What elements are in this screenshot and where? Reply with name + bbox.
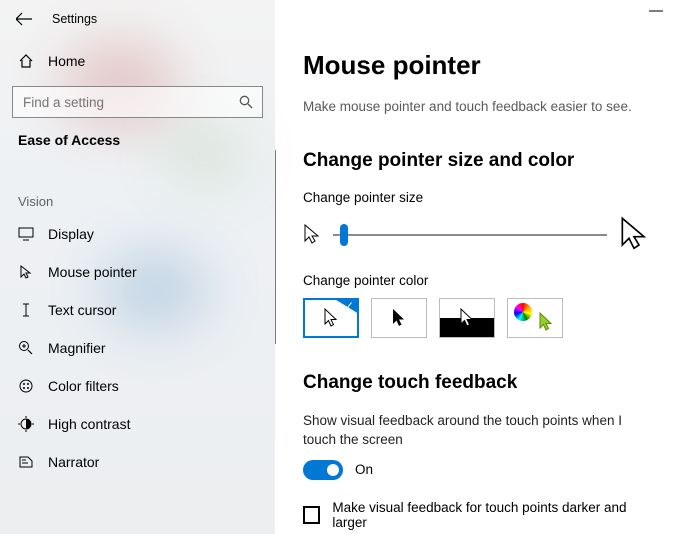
pointer-color-black[interactable] — [371, 298, 427, 338]
mouse-pointer-icon — [18, 264, 34, 280]
pointer-color-label: Change pointer color — [303, 273, 649, 288]
sidebar-item-magnifier[interactable]: Magnifier — [0, 329, 275, 367]
sidebar-item-label: Text cursor — [48, 302, 116, 318]
text-cursor-icon — [18, 302, 34, 318]
cursor-small-icon — [303, 223, 321, 247]
touch-feedback-desc: Show visual feedback around the touch po… — [303, 412, 643, 450]
back-button[interactable] — [16, 12, 32, 26]
sidebar-item-high-contrast[interactable]: High contrast — [0, 405, 275, 443]
narrator-icon — [18, 454, 34, 470]
sidebar-item-label: Narrator — [48, 454, 99, 470]
pointer-color-inverted[interactable] — [439, 298, 495, 338]
cursor-large-icon — [619, 215, 649, 255]
scroll-indicator[interactable] — [275, 150, 276, 344]
sidebar-item-label: Color filters — [48, 378, 119, 394]
search-container — [12, 86, 263, 118]
sidebar: Settings Home Ease of Access Vision Disp… — [0, 0, 275, 534]
color-filters-icon — [18, 378, 34, 394]
sidebar-item-label: Mouse pointer — [48, 264, 137, 280]
search-input[interactable] — [12, 86, 263, 118]
sidebar-item-label: Magnifier — [48, 340, 106, 356]
sidebar-item-label: Display — [48, 226, 94, 242]
window-title: Settings — [52, 12, 97, 26]
nav-home-label: Home — [48, 53, 85, 69]
sidebar-item-label: High contrast — [48, 416, 130, 432]
sidebar-item-text-cursor[interactable]: Text cursor — [0, 291, 275, 329]
section-size-color: Change pointer size and color — [303, 150, 649, 172]
sidebar-item-mouse-pointer[interactable]: Mouse pointer — [0, 253, 275, 291]
minimize-button[interactable] — [649, 10, 663, 12]
search-icon — [239, 95, 253, 109]
sidebar-item-narrator[interactable]: Narrator — [0, 443, 275, 481]
page-title: Mouse pointer — [303, 50, 649, 81]
nav-home[interactable]: Home — [0, 42, 275, 80]
sidebar-section-title: Ease of Access — [0, 132, 275, 166]
sidebar-item-display[interactable]: Display — [0, 215, 275, 253]
color-wheel-icon — [514, 303, 532, 321]
pointer-color-white[interactable] — [303, 298, 359, 338]
home-icon — [18, 53, 34, 69]
touch-feedback-toggle[interactable] — [303, 460, 343, 480]
high-contrast-icon — [18, 416, 34, 432]
content-pane: Mouse pointer Make mouse pointer and tou… — [275, 0, 677, 534]
pointer-size-slider[interactable] — [333, 223, 607, 247]
touch-feedback-darker-checkbox[interactable] — [303, 506, 320, 524]
sidebar-group-vision: Vision — [0, 166, 275, 215]
sidebar-item-color-filters[interactable]: Color filters — [0, 367, 275, 405]
section-touch-feedback: Change touch feedback — [303, 372, 649, 394]
display-icon — [18, 227, 34, 241]
touch-feedback-toggle-label: On — [355, 462, 373, 477]
touch-feedback-darker-label: Make visual feedback for touch points da… — [332, 500, 649, 530]
pointer-color-custom[interactable] — [507, 298, 563, 338]
magnifier-icon — [18, 340, 34, 356]
page-subtitle: Make mouse pointer and touch feedback ea… — [303, 99, 649, 114]
pointer-size-label: Change pointer size — [303, 190, 649, 205]
